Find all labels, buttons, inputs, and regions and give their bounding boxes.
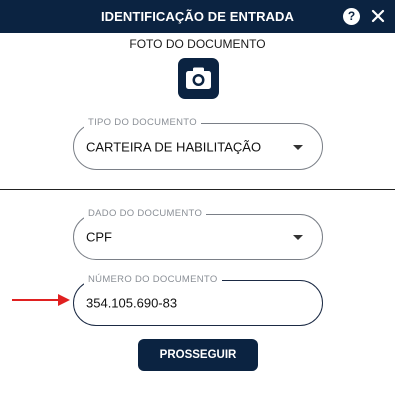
document-data-value: CPF <box>86 229 112 245</box>
close-icon[interactable] <box>369 7 387 25</box>
proceed-button[interactable]: PROSSEGUIR <box>138 339 258 371</box>
divider <box>0 189 395 190</box>
photo-label: FOTO DO DOCUMENTO <box>129 37 266 51</box>
help-icon[interactable]: ? <box>343 8 360 25</box>
red-arrow-icon <box>12 294 70 306</box>
dialog-title: IDENTIFICAÇÃO DE ENTRADA <box>100 9 295 24</box>
camera-button[interactable] <box>178 58 219 99</box>
document-type-label: TIPO DO DOCUMENTO <box>84 117 201 128</box>
chevron-down-icon <box>293 144 303 150</box>
document-data-label: DADO DO DOCUMENTO <box>84 208 207 219</box>
document-number-field[interactable]: NÚMERO DO DOCUMENTO 354.105.690-83 <box>73 274 323 326</box>
camera-icon <box>186 67 211 89</box>
chevron-down-icon <box>293 235 303 240</box>
document-number-value: 354.105.690-83 <box>86 295 178 311</box>
document-type-select[interactable]: TIPO DO DOCUMENTO CARTEIRA DE HABILITAÇÃ… <box>73 117 323 170</box>
document-number-label: NÚMERO DO DOCUMENTO <box>84 274 222 285</box>
document-data-select[interactable]: DADO DO DOCUMENTO CPF <box>73 208 323 260</box>
document-type-value: CARTEIRA DE HABILITAÇÃO <box>86 139 262 154</box>
